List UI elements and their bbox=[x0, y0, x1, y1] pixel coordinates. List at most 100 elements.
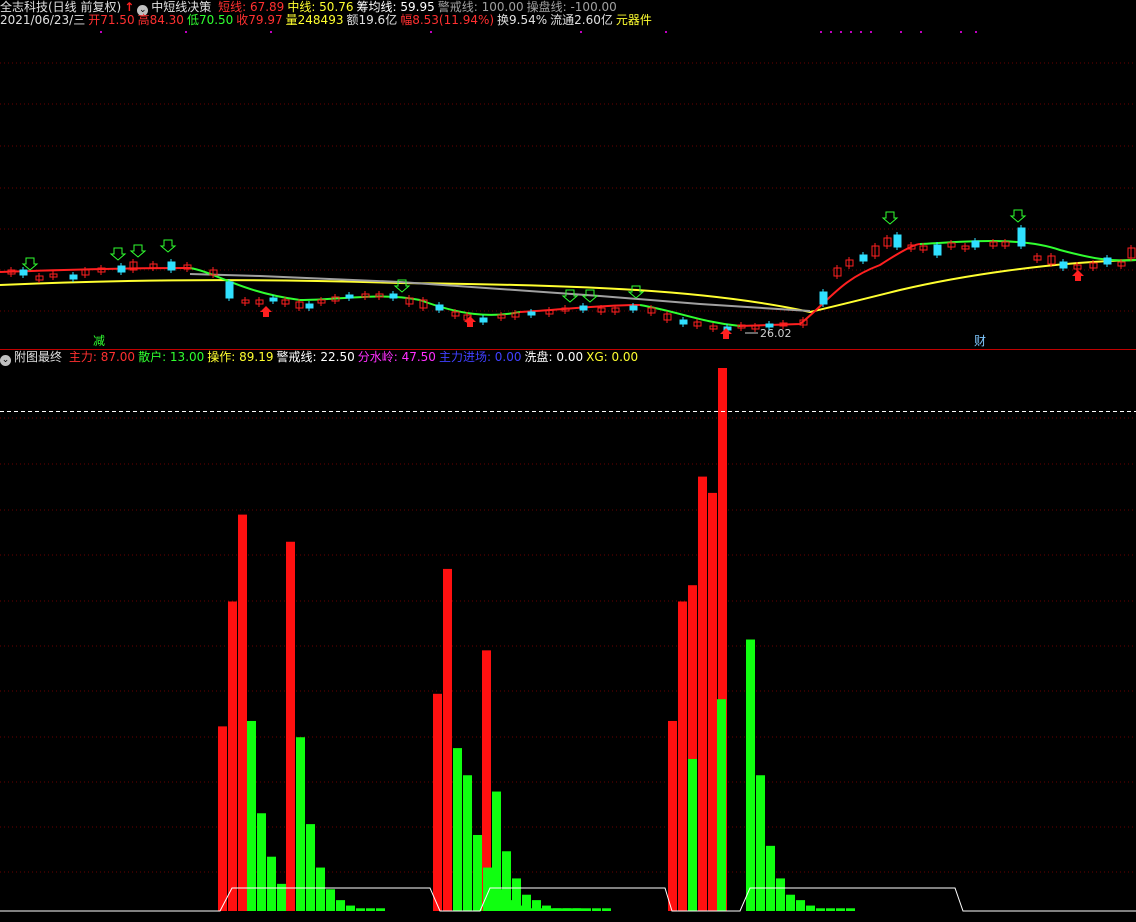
main-force-bar bbox=[443, 568, 452, 911]
retail-bar bbox=[592, 908, 601, 911]
marker-dot bbox=[665, 31, 667, 33]
down-arrow-icon bbox=[881, 211, 899, 225]
quote-item-1: 高84.30 bbox=[137, 13, 184, 27]
header-indicator-3: 警戒线: 100.00 bbox=[437, 0, 524, 14]
retail-bar bbox=[376, 908, 385, 911]
retail-bar bbox=[572, 908, 581, 911]
low-price-annotation: 26.02 bbox=[760, 327, 792, 340]
main-force-bar bbox=[238, 514, 247, 911]
marker-dot bbox=[920, 31, 922, 33]
retail-bar bbox=[562, 908, 571, 911]
candle-body bbox=[305, 303, 314, 309]
marker-dot bbox=[870, 31, 872, 33]
header-indicator-list: 短线: 67.89 中线: 50.76 筹均线: 59.95 警戒线: 100.00 操… bbox=[218, 0, 620, 14]
marker-dot bbox=[840, 31, 842, 33]
marker-dot bbox=[580, 31, 582, 33]
retail-bar bbox=[522, 894, 531, 911]
retail-bar bbox=[717, 699, 726, 911]
retail-bar bbox=[306, 824, 315, 911]
candle-body bbox=[117, 265, 126, 273]
retail-bar bbox=[532, 900, 541, 911]
marker-dot bbox=[960, 31, 962, 33]
price-lines bbox=[0, 240, 1136, 327]
retail-bar bbox=[756, 775, 765, 911]
retail-bar bbox=[796, 900, 805, 911]
quote-item-4: 量248493 bbox=[285, 13, 344, 27]
dropdown-circle-icon[interactable]: ⌄ bbox=[0, 355, 11, 366]
retail-bar bbox=[326, 889, 335, 911]
retail-bar bbox=[502, 851, 511, 911]
candle-body bbox=[629, 305, 638, 311]
candle-body bbox=[345, 294, 354, 299]
retail-bar bbox=[356, 908, 365, 911]
header-indicator-2: 筹均线: 59.95 bbox=[356, 0, 435, 14]
sub-panel-title[interactable]: 附图最终 bbox=[14, 350, 62, 364]
down-arrow-icon bbox=[129, 244, 147, 258]
retail-bar bbox=[346, 905, 355, 911]
quote-bar: 2021/06/23/三 开71.50 高84.30 低70.50 收79.97 量248… bbox=[0, 13, 658, 27]
header-indicator-4: 操盘线: -100.00 bbox=[526, 0, 617, 14]
retail-bar bbox=[688, 758, 697, 911]
candle-body bbox=[479, 317, 488, 323]
candle-body bbox=[971, 240, 980, 248]
up-arrow-icon bbox=[1072, 270, 1084, 281]
candle-body bbox=[1103, 257, 1112, 265]
quote-item-7: 换9.54% bbox=[497, 13, 548, 27]
retail-bar bbox=[453, 748, 462, 911]
retail-bar bbox=[806, 905, 815, 911]
indicator-name[interactable]: 中短线决策 bbox=[151, 0, 211, 14]
candle-body bbox=[679, 319, 688, 325]
sub-indicator-7: XG: 0.00 bbox=[586, 350, 639, 364]
retail-bar bbox=[267, 856, 276, 911]
candle-body bbox=[225, 281, 234, 299]
header-indicator-0: 短线: 67.89 bbox=[218, 0, 285, 14]
marker-dot bbox=[975, 31, 977, 33]
down-arrow-icon bbox=[159, 239, 177, 253]
header-bar: 全志科技(日线 前复权) ↑ ⌄ 中短线决策 短线: 67.89 中线: 50.76 筹均… bbox=[0, 0, 623, 16]
signal-label-wealth: 财 bbox=[974, 334, 986, 348]
chart-area[interactable]: 减 财 26.02 bbox=[0, 0, 1136, 922]
retail-bar bbox=[473, 834, 482, 911]
stock-title[interactable]: 全志科技(日线 前复权) bbox=[0, 0, 121, 14]
retail-bar bbox=[582, 908, 591, 911]
marker-dot bbox=[185, 31, 187, 33]
marker-dot bbox=[900, 31, 902, 33]
quote-date: 2021/06/23/三 bbox=[0, 13, 86, 27]
retail-bar bbox=[512, 878, 521, 911]
candle-body bbox=[893, 234, 902, 248]
operation-line bbox=[0, 887, 1136, 912]
up-arrow-icon: ↑ bbox=[124, 0, 135, 14]
down-arrow-icon bbox=[561, 289, 579, 303]
sub-indicator-bars bbox=[218, 368, 855, 911]
marker-dot bbox=[860, 31, 862, 33]
retail-bar bbox=[483, 867, 492, 911]
quote-item-6: 幅8.53(11.94%) bbox=[400, 13, 495, 27]
candle-body bbox=[579, 305, 588, 311]
candle-body bbox=[19, 269, 28, 276]
down-arrow-icon bbox=[627, 285, 645, 299]
main-force-bar bbox=[668, 720, 677, 911]
retail-bar bbox=[492, 791, 501, 911]
marker-dot bbox=[100, 31, 102, 33]
down-arrow-icon bbox=[109, 247, 127, 261]
retail-bar bbox=[296, 737, 305, 911]
candle-body bbox=[859, 254, 868, 262]
retail-bar bbox=[316, 867, 325, 911]
candle-body bbox=[167, 261, 176, 271]
candle-body bbox=[1059, 261, 1068, 269]
retail-bar bbox=[786, 894, 795, 911]
sub-indicator-2: 操作: 89.19 bbox=[207, 350, 274, 364]
quote-items: 开71.50 高84.30 低70.50 收79.97 量248493 额19.6亿 幅8.… bbox=[88, 13, 655, 27]
candle-body bbox=[819, 291, 828, 305]
retail-bar bbox=[766, 845, 775, 911]
retail-bar bbox=[816, 908, 825, 911]
sub-indicator-6: 洗盘: 0.00 bbox=[524, 350, 584, 364]
main-force-bar bbox=[218, 726, 227, 911]
marker-dot bbox=[270, 31, 272, 33]
marker-dot bbox=[430, 31, 432, 33]
retail-bar bbox=[552, 908, 561, 911]
sub-indicator-5: 主力进场: 0.00 bbox=[438, 350, 522, 364]
candle-body bbox=[1017, 227, 1026, 247]
retail-bar bbox=[463, 775, 472, 911]
main-force-bar bbox=[698, 476, 707, 911]
